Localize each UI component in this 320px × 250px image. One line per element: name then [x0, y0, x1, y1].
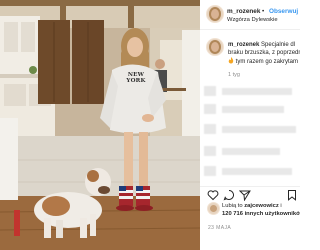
heart-icon[interactable]	[207, 189, 219, 201]
caption-line-1: m_rozenek Specjalnie dl	[228, 41, 300, 49]
post-photo[interactable]: NEW YORK	[0, 0, 200, 250]
follow-button[interactable]: Obserwuj	[269, 8, 298, 15]
avatar[interactable]	[207, 6, 223, 22]
caption-text-3: tym razem go zakrytam	[235, 59, 299, 65]
comment-icon[interactable]	[223, 189, 235, 201]
location-link[interactable]: Wzgórza Dylewskie	[227, 17, 278, 23]
caption-avatar[interactable]	[207, 39, 223, 55]
liker-avatar[interactable]	[208, 203, 219, 214]
blurred-comment	[222, 126, 296, 133]
instagram-post: NEW YORK m_rozenek • Obserwuj Wzgórza Dy…	[0, 0, 300, 250]
blurred-comment	[222, 148, 280, 155]
blurred-comment-avatar	[204, 146, 216, 156]
caption-username[interactable]: m_rozenek	[228, 42, 259, 48]
blurred-comment-avatar	[204, 104, 216, 114]
blurred-comment	[222, 168, 292, 175]
caption-text-1: Specjalnie dl	[261, 42, 296, 48]
blurred-comment-avatar	[204, 124, 216, 134]
action-bar	[200, 186, 300, 201]
caption-age: 1 tyg	[228, 72, 240, 78]
photo-illustration	[0, 0, 200, 250]
likes-summary: Lubią to zajcewowicz i 120 716 innych uż…	[222, 202, 300, 218]
post-caption: m_rozenek Specjalnie dl braku brzuszka, …	[228, 41, 300, 66]
caption-line-3: tym razem go zakrytam	[228, 57, 300, 66]
likes-prefix: Lubią to	[222, 203, 245, 209]
separator-dot: •	[262, 8, 265, 15]
liker-username[interactable]: zajcewowicz	[244, 203, 278, 209]
caption-text-2: braku brzuszka, z poprzedn	[228, 50, 300, 56]
blurred-comment-avatar	[204, 86, 216, 96]
blurred-comment	[222, 88, 292, 95]
blurred-comment-avatar	[204, 166, 216, 176]
username-link[interactable]: m_rozenek	[227, 8, 260, 15]
bookmark-icon[interactable]	[286, 189, 298, 201]
flame-icon	[228, 57, 234, 64]
shirt-print-text: NEW YORK	[126, 72, 146, 84]
likes-line-1: Lubią to zajcewowicz i	[222, 202, 300, 210]
post-sidebar: m_rozenek • Obserwuj Wzgórza Dylewskie m…	[200, 0, 300, 250]
blurred-comment	[222, 106, 284, 113]
post-date: 23 MAJA	[208, 225, 232, 231]
likes-count[interactable]: 120 716 innych użytkowników	[222, 210, 300, 218]
post-header: m_rozenek • Obserwuj Wzgórza Dylewskie	[200, 0, 300, 30]
likes-suffix: i	[278, 203, 282, 209]
share-icon[interactable]	[239, 189, 251, 201]
